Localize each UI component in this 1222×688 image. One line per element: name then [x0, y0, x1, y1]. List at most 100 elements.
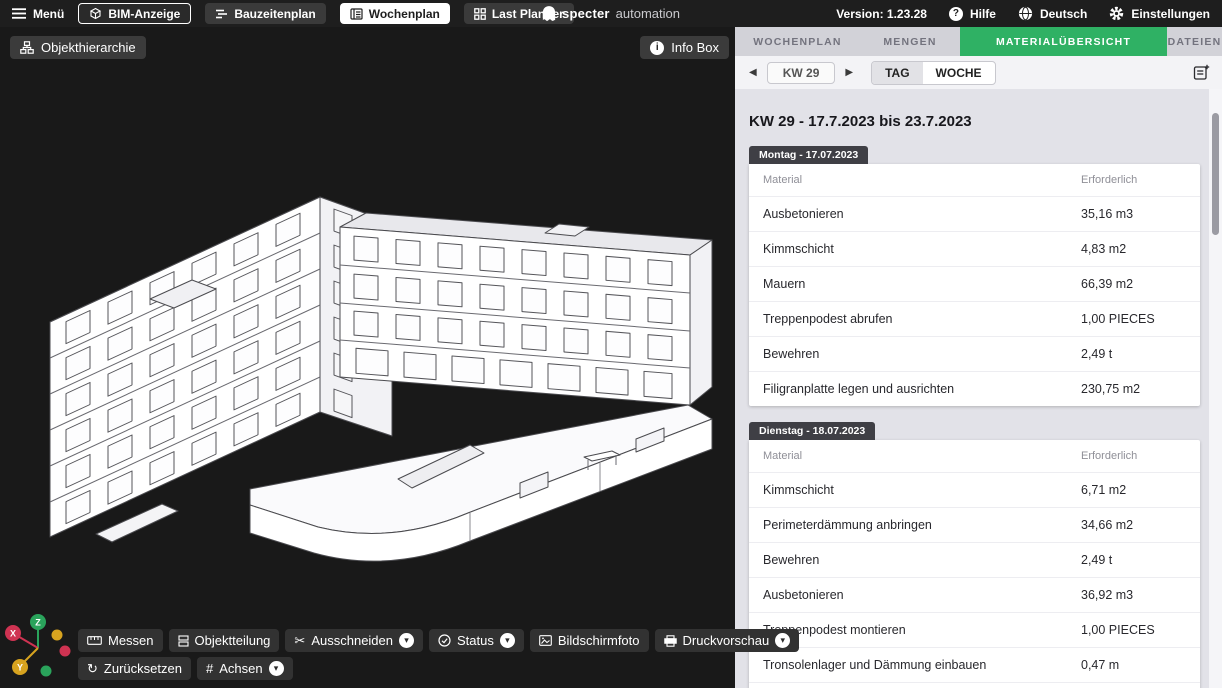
header-required: Erforderlich [1081, 450, 1186, 462]
measure-label: Messen [108, 633, 154, 648]
axis-x-neg-handle[interactable] [60, 646, 71, 657]
cell-material: Treppenpodest abrufen [763, 312, 1081, 326]
table-row[interactable]: Filigranplatte legen und ausrichten 230,… [749, 682, 1200, 688]
object-hierarchy-button[interactable]: Objekthierarchie [10, 36, 146, 59]
cube-icon [89, 7, 102, 20]
measure-button[interactable]: Messen [78, 629, 163, 652]
table-row[interactable]: Perimeterdämmung anbringen 34,66 m2 [749, 507, 1200, 542]
axes-icon: # [206, 662, 213, 675]
print-preview-dropdown[interactable]: ▾ [775, 633, 790, 648]
bim-display-button[interactable]: BIM-Anzeige [78, 3, 191, 24]
day-section-dienstag: Dienstag - 18.07.2023 Material Erforderl… [749, 421, 1200, 688]
brand-name: specter [562, 6, 610, 21]
object-split-button[interactable]: Objektteilung [169, 629, 280, 652]
cell-required: 6,71 m2 [1081, 483, 1186, 497]
bim-display-label: BIM-Anzeige [108, 7, 180, 21]
tab-dateien[interactable]: DATEIEN [1167, 27, 1222, 56]
day-badge: Montag - 17.07.2023 [749, 146, 868, 164]
bim-model-canvas[interactable] [0, 27, 735, 688]
cut-dropdown[interactable]: ▾ [399, 633, 414, 648]
axis-z-neg-handle[interactable] [41, 666, 52, 677]
table-row[interactable]: Treppenpodest montieren 1,00 PIECES [749, 612, 1200, 647]
info-box-button[interactable]: i Info Box [640, 36, 729, 59]
axes-dropdown[interactable]: ▾ [269, 661, 284, 676]
cell-required: 35,16 m3 [1081, 207, 1186, 221]
menu-button[interactable]: Menü [12, 7, 64, 21]
week-selector[interactable]: KW 29 [767, 62, 836, 84]
table-row[interactable]: Kimmschicht 6,71 m2 [749, 472, 1200, 507]
axis-y-neg-handle[interactable] [52, 630, 63, 641]
previous-week-button[interactable]: ◀ [747, 65, 759, 80]
panel-scrollbar-thumb[interactable] [1212, 113, 1219, 235]
cell-required: 66,39 m2 [1081, 277, 1186, 291]
table-row[interactable]: Tronsolenlager und Dämmung einbauen 0,47… [749, 647, 1200, 682]
cell-required: 2,49 t [1081, 553, 1186, 567]
table-row[interactable]: Bewehren 2,49 t [749, 336, 1200, 371]
tab-mengen[interactable]: MENGEN [860, 27, 960, 56]
toggle-woche[interactable]: WOCHE [923, 62, 995, 84]
ruler-icon [87, 636, 102, 645]
print-preview-button[interactable]: Druckvorschau ▾ [655, 629, 800, 652]
table-row[interactable]: Ausbetonieren 35,16 m3 [749, 196, 1200, 231]
panel-scrollbar-track[interactable] [1209, 89, 1222, 688]
note-add-icon [1193, 64, 1210, 81]
table-row[interactable]: Filigranplatte legen und ausrichten 230,… [749, 371, 1200, 406]
cell-required: 36,92 m3 [1081, 588, 1186, 602]
reset-icon: ↻ [87, 662, 98, 675]
help-icon: ? [949, 7, 963, 21]
material-table: Material Erforderlich Ausbetonieren 35,1… [749, 164, 1200, 406]
cell-required: 4,83 m2 [1081, 242, 1186, 256]
status-label: Status [457, 633, 494, 648]
cut-button[interactable]: ✂ Ausschneiden ▾ [285, 629, 423, 652]
tab-wochenplan[interactable]: WOCHENPLAN [735, 27, 860, 56]
screenshot-button[interactable]: Bildschirmfoto [530, 629, 649, 652]
status-dropdown[interactable]: ▾ [500, 633, 515, 648]
header-material: Material [763, 174, 1081, 186]
hamburger-icon [12, 8, 26, 19]
cell-required: 230,75 m2 [1081, 382, 1186, 396]
table-row[interactable]: Bewehren 2,49 t [749, 542, 1200, 577]
toggle-tag[interactable]: TAG [872, 62, 922, 84]
cell-material: Filigranplatte legen und ausrichten [763, 382, 1081, 396]
table-row[interactable]: Kimmschicht 4,83 m2 [749, 231, 1200, 266]
axis-z-label: Z [35, 618, 41, 628]
ghost-icon [542, 5, 556, 22]
axes-button[interactable]: # Achsen ▾ [197, 657, 293, 680]
panel-tabs: WOCHENPLAN MENGEN MATERIALÜBERSICHT DATE… [735, 27, 1222, 56]
cell-required: 1,00 PIECES [1081, 623, 1186, 637]
material-overview-content[interactable]: KW 29 - 17.7.2023 bis 23.7.2023 Montag -… [735, 89, 1222, 688]
settings-button[interactable]: Einstellungen [1109, 6, 1210, 21]
schedule-button[interactable]: Bauzeitenplan [205, 3, 325, 24]
table-row[interactable]: Treppenpodest abrufen 1,00 PIECES [749, 301, 1200, 336]
table-row[interactable]: Mauern 66,39 m2 [749, 266, 1200, 301]
cell-required: 1,00 PIECES [1081, 312, 1186, 326]
table-header-row: Material Erforderlich [749, 440, 1200, 472]
language-button[interactable]: Deutsch [1018, 6, 1087, 21]
cell-material: Tronsolenlager und Dämmung einbauen [763, 658, 1081, 672]
help-button[interactable]: ? Hilfe [949, 7, 996, 21]
table-row[interactable]: Ausbetonieren 36,92 m3 [749, 577, 1200, 612]
schedule-label: Bauzeitenplan [234, 7, 315, 21]
status-button[interactable]: Status ▾ [429, 629, 524, 652]
week-plan-button[interactable]: Wochenplan [340, 3, 450, 24]
gear-icon [1109, 6, 1124, 21]
table-header-row: Material Erforderlich [749, 164, 1200, 196]
cell-material: Mauern [763, 277, 1081, 291]
language-label: Deutsch [1040, 7, 1087, 21]
tab-materialuebersicht[interactable]: MATERIALÜBERSICHT [960, 27, 1167, 56]
cell-material: Ausbetonieren [763, 207, 1081, 221]
screenshot-label: Bildschirmfoto [558, 633, 640, 648]
menu-label: Menü [33, 7, 64, 21]
cell-required: 34,66 m2 [1081, 518, 1186, 532]
week-plan-icon [350, 8, 363, 20]
next-week-button[interactable]: ▶ [843, 65, 855, 80]
bim-viewport[interactable]: Objekthierarchie i Info Box [0, 27, 735, 688]
info-icon: i [650, 41, 664, 55]
top-bar: Menü BIM-Anzeige Bauzeitenplan W [0, 0, 1222, 27]
axis-gizmo[interactable]: Z X Y [2, 608, 76, 684]
add-note-button[interactable] [1193, 64, 1210, 81]
version-label: Version: 1.23.28 [836, 7, 927, 21]
cut-label: Ausschneiden [311, 633, 393, 648]
brand-suffix: automation [616, 6, 680, 21]
reset-view-button[interactable]: ↻ Zurücksetzen [78, 657, 191, 680]
